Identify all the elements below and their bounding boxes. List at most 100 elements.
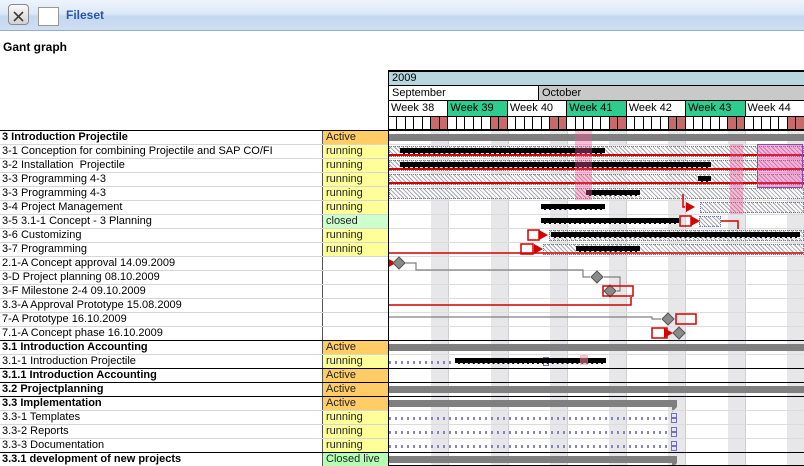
task-row[interactable]: 3.1.1 Introduction AccountingActive	[0, 368, 388, 382]
task-label: 3.3-A Approval Prototype 15.08.2009	[0, 299, 322, 312]
gantt-row[interactable]	[389, 270, 804, 284]
gantt-row[interactable]	[389, 396, 804, 410]
planned-bar[interactable]	[699, 216, 721, 227]
gantt-row[interactable]	[389, 452, 804, 466]
day-cell	[736, 117, 744, 129]
task-label: 3.3-2 Reports	[0, 425, 322, 438]
task-label: 3.1 Introduction Accounting	[0, 341, 322, 354]
task-row[interactable]: 3.3 ImplementationActive	[0, 396, 388, 410]
task-label: 3-6 Customizing	[0, 229, 322, 242]
gantt-row[interactable]	[389, 438, 804, 452]
gantt-row[interactable]	[389, 382, 804, 396]
task-label: 3 Introduction Projectile	[0, 131, 322, 144]
day-cell	[583, 117, 591, 129]
task-row[interactable]: 3-4 Project Managementrunning	[0, 200, 388, 214]
gantt-row[interactable]	[389, 130, 804, 144]
day-cell	[592, 117, 600, 129]
gantt-row[interactable]	[389, 256, 804, 270]
gantt-body	[389, 130, 804, 466]
task-row[interactable]: 7.1-A Concept phase 16.10.2009	[0, 326, 388, 340]
summary-bar[interactable]	[389, 456, 677, 463]
task-label: 3-4 Project Management	[0, 201, 322, 214]
day-cell	[710, 117, 718, 129]
task-list: 3 Introduction ProjectileActive3-1 Conce…	[0, 130, 388, 466]
day-cell	[498, 117, 506, 129]
day-cell	[430, 117, 438, 129]
gantt-row[interactable]	[389, 340, 804, 354]
task-row[interactable]: 3-7 Programmingrunning	[0, 242, 388, 256]
task-label: 3-F Milestone 2-4 09.10.2009	[0, 285, 322, 298]
task-status: running	[322, 229, 388, 242]
task-row[interactable]: 3-6 Customizingrunning	[0, 228, 388, 242]
task-row[interactable]: 3-3 Programming 4-3running	[0, 172, 388, 186]
actual-bar[interactable]	[551, 232, 800, 238]
day-cell	[609, 117, 617, 129]
task-row[interactable]: 3.2 ProjectplanningActive	[0, 382, 388, 396]
gantt-row[interactable]	[389, 284, 804, 298]
bar-end-marker	[671, 427, 677, 437]
summary-bar[interactable]	[389, 400, 677, 407]
task-row[interactable]: 3-F Milestone 2-4 09.10.2009	[0, 284, 388, 298]
day-cell	[727, 117, 735, 129]
task-label: 3-2 Installation Projectile	[0, 159, 322, 172]
planned-bar[interactable]	[700, 202, 804, 213]
gantt-row[interactable]	[389, 354, 804, 368]
task-row[interactable]: 2.1-A Concept approval 14.09.2009	[0, 256, 388, 270]
gantt-row[interactable]	[389, 410, 804, 424]
gantt-row[interactable]	[389, 368, 804, 382]
gantt-row[interactable]	[389, 312, 804, 326]
task-row[interactable]: 3.1 Introduction AccountingActive	[0, 340, 388, 354]
task-status: running	[322, 411, 388, 424]
gantt-row[interactable]	[389, 298, 804, 312]
actual-bar[interactable]	[586, 190, 640, 196]
task-label: 7-A Prototype 16.10.2009	[0, 313, 322, 326]
task-row[interactable]: 3.3-A Approval Prototype 15.08.2009	[0, 298, 388, 312]
task-label: 3.1-1 Introduction Projectile	[0, 355, 322, 368]
task-status: Active	[322, 341, 388, 354]
task-label: 3-3 Programming 4-3	[0, 173, 322, 186]
fileset-checkbox[interactable]	[38, 7, 59, 26]
gantt-row[interactable]	[389, 228, 804, 242]
task-row[interactable]: 3-3 Programming 4-3running	[0, 186, 388, 200]
task-row[interactable]: 3.3-3 Documentationrunning	[0, 438, 388, 452]
task-status	[322, 327, 388, 340]
task-row[interactable]: 3-1 Conception for combining Projectile …	[0, 144, 388, 158]
day-cell	[549, 117, 557, 129]
task-row[interactable]: 3.1-1 Introduction Projectilerunning	[0, 354, 388, 368]
task-row[interactable]: 3.3-2 Reportsrunning	[0, 424, 388, 438]
gantt-row[interactable]	[389, 242, 804, 256]
day-cell	[447, 117, 455, 129]
fileset-label: Fileset	[66, 8, 104, 22]
summary-bar[interactable]	[389, 134, 804, 141]
gantt-row[interactable]	[389, 424, 804, 438]
day-cell	[719, 117, 727, 129]
task-row[interactable]: 7-A Prototype 16.10.2009	[0, 312, 388, 326]
task-status: closed	[322, 215, 388, 228]
day-cell	[702, 117, 710, 129]
actual-bar[interactable]	[576, 246, 640, 252]
day-cell	[634, 117, 642, 129]
day-cell	[541, 117, 549, 129]
day-cell	[600, 117, 608, 129]
gantt-row[interactable]	[389, 326, 804, 340]
task-status	[322, 299, 388, 312]
progress-dotted-line	[389, 445, 671, 448]
actual-bar[interactable]	[541, 204, 605, 210]
close-button[interactable]	[8, 4, 29, 25]
task-row[interactable]: 3-D Project planning 08.10.2009	[0, 270, 388, 284]
close-icon	[9, 11, 28, 22]
day-cell	[761, 117, 769, 129]
summary-bar[interactable]	[389, 386, 804, 393]
gantt-row[interactable]	[389, 214, 804, 228]
actual-bar[interactable]	[541, 218, 679, 224]
task-row[interactable]: 3 Introduction ProjectileActive	[0, 130, 388, 144]
task-row[interactable]: 3-2 Installation Projectilerunning	[0, 158, 388, 172]
day-cell	[473, 117, 481, 129]
task-row[interactable]: 3-5 3.1-1 Concept - 3 Planningclosed	[0, 214, 388, 228]
task-row[interactable]: 3.3-1 Templatesrunning	[0, 410, 388, 424]
task-label: 3.2 Projectplanning	[0, 383, 322, 396]
task-row[interactable]: 3.3.1 development of new projectsClosed …	[0, 452, 388, 466]
week-cell: Week 41	[566, 101, 625, 116]
summary-bar[interactable]	[389, 344, 804, 351]
day-cell	[558, 117, 566, 129]
